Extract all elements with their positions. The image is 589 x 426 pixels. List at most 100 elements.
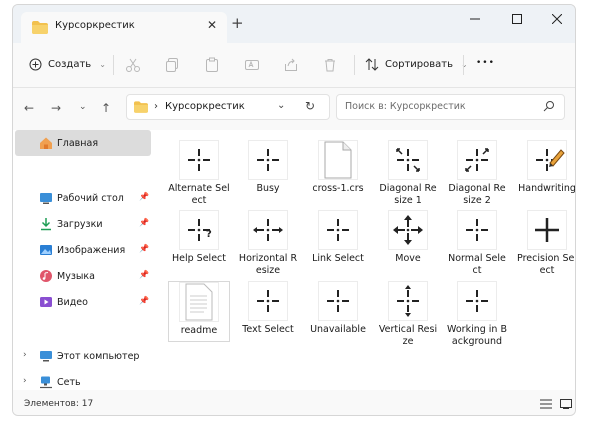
diagonal-resize-2-icon xyxy=(457,140,497,180)
cross-cursor-icon xyxy=(318,281,358,321)
rename-icon[interactable] xyxy=(244,57,260,73)
large-icons-view-icon[interactable] xyxy=(560,399,572,412)
navigation-row: ← → ⌄ ↑ › Курсоркрестик ⌄ ↻ Поиск в: Кур… xyxy=(13,88,575,130)
recent-locations-chevron-icon[interactable]: ⌄ xyxy=(79,102,87,112)
file-item[interactable]: cross-1.crs xyxy=(307,140,369,195)
expand-chevron-icon[interactable]: › xyxy=(23,350,27,360)
sidebar-item-videos[interactable]: Видео 📌 xyxy=(15,289,151,315)
close-window-button[interactable] xyxy=(547,11,567,29)
more-options-button[interactable]: ••• xyxy=(476,58,495,68)
divider xyxy=(463,55,464,75)
cross-cursor-icon xyxy=(457,281,497,321)
file-item[interactable]: Diagonal Resize 1 xyxy=(377,140,439,206)
address-bar[interactable]: › Курсоркрестик ⌄ ↻ xyxy=(126,94,330,120)
divider xyxy=(113,55,114,75)
search-box[interactable]: Поиск в: Курсоркрестик xyxy=(336,94,565,120)
file-label: Text Select xyxy=(242,324,294,335)
file-item[interactable]: ? Help Select xyxy=(168,210,230,265)
precision-cross-icon xyxy=(527,210,567,250)
paste-icon[interactable] xyxy=(204,57,220,73)
sidebar-item-label: Видео xyxy=(57,296,88,308)
address-dropdown-icon[interactable]: ⌄ xyxy=(277,100,285,111)
text-document-icon xyxy=(179,282,219,322)
cross-cursor-icon xyxy=(457,210,497,250)
file-label: Handwriting xyxy=(518,183,576,194)
create-button[interactable]: Создать ⌄ xyxy=(29,58,106,71)
pin-icon[interactable]: 📌 xyxy=(139,218,149,227)
cross-cursor-icon xyxy=(318,210,358,250)
sidebar-item-label: Загрузки xyxy=(57,218,103,230)
file-item[interactable]: Unavailable xyxy=(307,281,369,336)
cross-cursor-icon xyxy=(248,281,288,321)
sidebar-item-desktop[interactable]: Рабочий стол 📌 xyxy=(15,185,151,211)
search-placeholder: Поиск в: Курсоркрестик xyxy=(345,101,466,112)
share-icon[interactable] xyxy=(283,57,299,73)
pin-icon[interactable]: 📌 xyxy=(139,192,149,201)
file-item[interactable]: Link Select xyxy=(307,210,369,265)
refresh-icon[interactable]: ↻ xyxy=(305,99,315,113)
plus-circle-icon xyxy=(29,58,42,71)
file-label: Unavailable xyxy=(310,324,366,335)
maximize-button[interactable] xyxy=(507,11,527,29)
minimize-button[interactable] xyxy=(465,11,485,29)
pin-icon[interactable]: 📌 xyxy=(139,244,149,253)
file-item[interactable]: Diagonal Resize 2 xyxy=(446,140,508,206)
sidebar-item-pictures[interactable]: Изображения 📌 xyxy=(15,237,151,263)
file-item[interactable]: Horizontal Resize xyxy=(237,210,299,276)
copy-icon[interactable] xyxy=(164,57,180,73)
file-item[interactable]: Normal Select xyxy=(446,210,508,276)
cut-icon[interactable] xyxy=(125,57,141,73)
sort-label: Сортировать xyxy=(385,59,453,70)
back-arrow-icon[interactable]: ← xyxy=(24,101,34,115)
horizontal-resize-icon xyxy=(248,210,288,250)
pin-icon[interactable]: 📌 xyxy=(139,296,149,305)
diagonal-resize-1-icon xyxy=(388,140,428,180)
music-icon xyxy=(40,270,52,282)
new-tab-button[interactable]: + xyxy=(231,16,244,31)
details-view-icon[interactable] xyxy=(540,399,552,412)
expand-chevron-icon[interactable]: › xyxy=(23,376,27,386)
file-label: Horizontal Resize xyxy=(238,253,298,276)
delete-icon[interactable] xyxy=(322,57,338,73)
file-label: Working in Background xyxy=(447,324,507,347)
file-item[interactable]: readme xyxy=(168,281,230,342)
tab-title: Курсоркрестик xyxy=(55,20,135,31)
chevron-down-icon: ⌄ xyxy=(99,60,106,69)
file-item[interactable]: Alternate Select xyxy=(168,140,230,206)
up-arrow-icon[interactable]: ↑ xyxy=(101,101,111,115)
file-item[interactable]: Handwriting xyxy=(516,140,576,195)
pin-icon[interactable]: 📌 xyxy=(139,270,149,279)
item-count: Элементов: 17 xyxy=(24,399,94,409)
cross-cursor-icon xyxy=(179,140,219,180)
file-item[interactable]: Working in Background xyxy=(446,281,508,347)
sidebar-item-music[interactable]: Музыка 📌 xyxy=(15,263,151,289)
file-explorer-window: Курсоркрестик ✕ + Создать ⌄ Сортировать … xyxy=(12,4,576,416)
videos-icon xyxy=(40,297,52,307)
this-pc-icon xyxy=(40,351,52,362)
file-item[interactable]: Vertical Resize xyxy=(377,281,439,347)
forward-arrow-icon[interactable]: → xyxy=(51,101,61,115)
breadcrumb-current[interactable]: Курсоркрестик xyxy=(165,101,245,112)
network-icon xyxy=(40,376,52,389)
folder-icon xyxy=(134,101,148,116)
vertical-resize-icon xyxy=(388,281,428,321)
file-label: Alternate Select xyxy=(168,183,230,206)
sidebar-item-downloads[interactable]: Загрузки 📌 xyxy=(15,211,151,237)
main-area: Главная Рабочий стол 📌 Загрузки 📌 Изобра… xyxy=(13,130,575,390)
tab-close-icon[interactable]: ✕ xyxy=(207,18,217,32)
downloads-icon xyxy=(41,218,51,231)
file-item[interactable]: Busy xyxy=(237,140,299,195)
view-toggles xyxy=(540,399,572,412)
search-icon xyxy=(543,100,555,115)
file-item[interactable]: Text Select xyxy=(237,281,299,336)
command-bar: Создать ⌄ Сортировать ⌄ ••• xyxy=(13,43,575,88)
sidebar-item-this-pc[interactable]: › Этот компьютер xyxy=(15,343,151,369)
breadcrumb-chevron-icon[interactable]: › xyxy=(154,101,158,112)
svg-text:?: ? xyxy=(206,229,212,240)
file-item[interactable]: Move xyxy=(377,210,439,265)
file-label: Busy xyxy=(256,183,280,194)
sort-button[interactable]: Сортировать ⌄ xyxy=(365,58,468,71)
file-item[interactable]: Precision Select xyxy=(516,210,575,276)
sidebar-item-home[interactable]: Главная xyxy=(15,130,151,156)
tab-kursorkrestik[interactable]: Курсоркрестик ✕ xyxy=(21,12,227,43)
